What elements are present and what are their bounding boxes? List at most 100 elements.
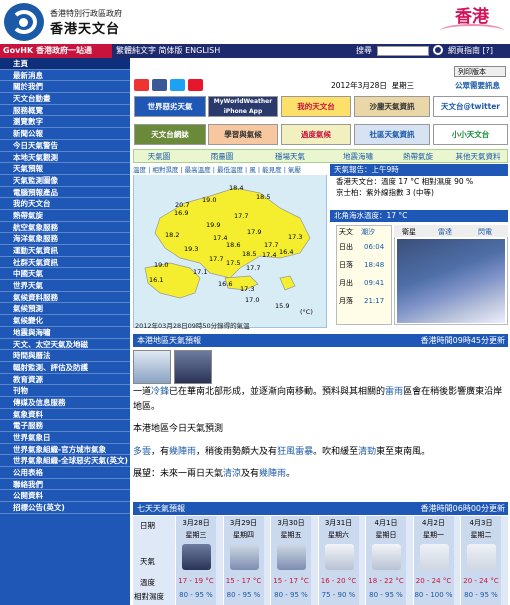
sidebar-item[interactable]: 地震與海嘯 <box>0 327 130 339</box>
tab-cyclone[interactable]: 熱帶氣旋 <box>388 150 448 163</box>
sidebar-item[interactable]: 主頁 <box>0 58 130 70</box>
twitter-icon[interactable] <box>170 79 185 91</box>
sidebar-item[interactable]: 航空氣象服務 <box>0 222 130 234</box>
site-guide-link[interactable]: 網頁指南 [?] <box>444 44 493 58</box>
tab-airport[interactable]: 穩場天氣 <box>260 150 320 163</box>
weather-report-title[interactable]: 天氣報告：上午9時 <box>330 164 508 176</box>
tab-weather-map[interactable]: 天氣圖 <box>134 150 184 163</box>
showers-link[interactable]: 幾陣雨 <box>169 447 196 457</box>
tab-radar[interactable]: 雷達 <box>438 227 452 237</box>
map-tab-pressure[interactable]: 氣壓 <box>288 166 301 174</box>
map-tab-rh[interactable]: 相對濕度 <box>152 166 178 174</box>
banner-community[interactable]: 社區天氣資訊 <box>354 124 430 145</box>
youtube-icon[interactable] <box>134 79 149 91</box>
banner-dust-info[interactable]: 沙塵天氣資訊 <box>354 96 430 117</box>
rain-icon[interactable] <box>277 544 306 570</box>
sidebar-item[interactable]: 輻射監測、評估及防護 <box>0 362 130 374</box>
rain-icon[interactable] <box>229 544 259 570</box>
forecast-title[interactable]: 本港地區天氣預報 <box>137 334 201 347</box>
sidebar-item[interactable]: 海洋氣象服務 <box>0 233 130 245</box>
sidebar-item[interactable]: 世界氣象日 <box>0 432 130 444</box>
sidebar-item[interactable]: 運動天氣資訊 <box>0 245 130 257</box>
sidebar-item[interactable]: 公用表格 <box>0 467 130 479</box>
tab-rainfall[interactable]: 雨量圖 <box>192 150 252 163</box>
squally-thunderstorm-link[interactable]: 狂風雷暴 <box>277 447 313 457</box>
sidebar-item[interactable]: 社群天氣資訊 <box>0 257 130 269</box>
map-tab-max[interactable]: 最高溫度 <box>185 166 211 174</box>
sidebar-item[interactable]: 時間與曆法 <box>0 350 130 362</box>
banner-my-observatory[interactable]: 我的天文台 <box>281 96 351 117</box>
map-tab-min[interactable]: 最低溫度 <box>217 166 243 174</box>
banner-kids[interactable]: 小小天文台 <box>433 124 508 145</box>
map-tab-vis[interactable]: 能見度 <box>262 166 282 174</box>
map-tab-wind[interactable]: 風 <box>249 166 256 174</box>
thunderstorm-link[interactable]: 雷雨 <box>385 387 403 397</box>
sidebar-item[interactable]: 中國天氣 <box>0 268 130 281</box>
hko-logo[interactable] <box>4 3 44 41</box>
search-icon[interactable] <box>433 45 443 55</box>
sidebar-item[interactable]: 電子服務 <box>0 420 130 432</box>
fresh-wind-link[interactable]: 清勁 <box>358 447 376 457</box>
cloudy-link[interactable]: 多雲 <box>133 447 151 457</box>
tab-tide[interactable]: 潮汐 <box>361 227 375 237</box>
sidebar-item[interactable]: 氣候變化 <box>0 315 130 327</box>
govhk-link[interactable]: GovHK 香港政府一站通 <box>0 44 112 58</box>
sidebar-item[interactable]: 本地天氣觀測 <box>0 152 130 164</box>
sidebar-item[interactable]: 天氣預報 <box>0 163 130 175</box>
sidebar-item[interactable]: 傳媒及信息服務 <box>0 397 130 409</box>
sidebar-item[interactable]: 世界氣象組織-官方城市氣象 <box>0 444 130 456</box>
language-links[interactable]: 繁體純文字 简体版 ENGLISH <box>116 44 220 58</box>
tab-earthquake[interactable]: 地震海嘯 <box>328 150 388 163</box>
sidebar-item[interactable]: 氣象資料 <box>0 409 130 421</box>
sidebar-item[interactable]: 世界氣象組織-全球惡劣天氣(英文) <box>0 455 130 468</box>
sidebar-item[interactable]: 天文、太空天氣及地磁 <box>0 339 130 351</box>
banner-twitter[interactable]: 天文台@twitter <box>433 96 508 117</box>
sidebar-item[interactable]: 電腦預報產品 <box>0 187 130 199</box>
weibo-icon[interactable] <box>188 79 203 91</box>
sidebar-item[interactable]: 聯絡我們 <box>0 479 130 491</box>
sidebar-item[interactable]: 天文台動畫 <box>0 93 130 105</box>
print-button[interactable]: 列印版本 <box>454 66 506 77</box>
banner-world-severe[interactable]: 世界惡劣天氣 <box>134 96 206 117</box>
banner-learning[interactable]: 學習與氣候 <box>208 124 278 145</box>
tab-astro[interactable]: 天文 <box>339 227 353 237</box>
cool-link[interactable]: 清涼 <box>223 469 241 479</box>
sidebar-item[interactable]: 刊物 <box>0 385 130 397</box>
banner-myworldweather[interactable]: MyWorldWeather iPhone App <box>208 96 278 117</box>
tab-lightning[interactable]: 閃電 <box>478 227 492 237</box>
public-info-link[interactable]: 公眾需要訊息 <box>455 80 500 91</box>
facebook-icon[interactable] <box>152 79 167 91</box>
thunderstorm-icon[interactable] <box>182 544 211 570</box>
sidebar-item[interactable]: 公開資料 <box>0 490 130 503</box>
sidebar-item[interactable]: 招標公告(英文) <box>0 502 130 514</box>
tab-other[interactable]: 其他天氣資料 <box>448 150 508 163</box>
sidebar-item[interactable]: 今日天氣警告 <box>0 140 130 152</box>
sidebar-item[interactable]: 服務概覽 <box>0 105 130 117</box>
seven-day-title[interactable]: 七天天氣預報 <box>137 502 185 515</box>
satellite-image[interactable] <box>397 239 505 323</box>
sidebar-item[interactable]: 世界天氣 <box>0 280 130 292</box>
banner-blog[interactable]: 天文台網誌 <box>134 124 206 145</box>
search-input[interactable] <box>377 46 429 56</box>
sidebar-item[interactable]: 瀏覽數字 <box>0 116 130 129</box>
cloudy-icon[interactable] <box>324 544 354 570</box>
fog-icon[interactable] <box>467 544 496 570</box>
sidebar-item[interactable]: 關於我們 <box>0 81 130 94</box>
sidebar-item[interactable]: 熱帶氣旋 <box>0 210 130 222</box>
sidebar-item[interactable]: 氣候預測 <box>0 303 130 316</box>
sidebar-item[interactable]: 最新消息 <box>0 70 130 82</box>
sidebar-item[interactable]: 我的天文台 <box>0 198 130 210</box>
tab-satellite[interactable]: 衛星 <box>402 227 416 237</box>
sidebar-item[interactable]: 氣候資料服務 <box>0 292 130 304</box>
cloudy-icon[interactable] <box>372 544 401 570</box>
fog-icon[interactable] <box>419 544 449 570</box>
showers-link-2[interactable]: 幾陣雨 <box>259 469 286 479</box>
cold-front-link[interactable]: 冷鋒 <box>151 387 169 397</box>
sidebar-item[interactable]: 新聞公報 <box>0 128 130 140</box>
thunderstorm-warning-icon[interactable] <box>174 350 212 384</box>
banner-climate[interactable]: 過度氣候 <box>281 124 351 145</box>
rain-warning-icon[interactable] <box>133 350 171 384</box>
sidebar-item[interactable]: 天氣監測圖像 <box>0 175 130 187</box>
sidebar-item[interactable]: 教育資源 <box>0 374 130 386</box>
map-tab-temp[interactable]: 溫度 <box>133 166 146 174</box>
